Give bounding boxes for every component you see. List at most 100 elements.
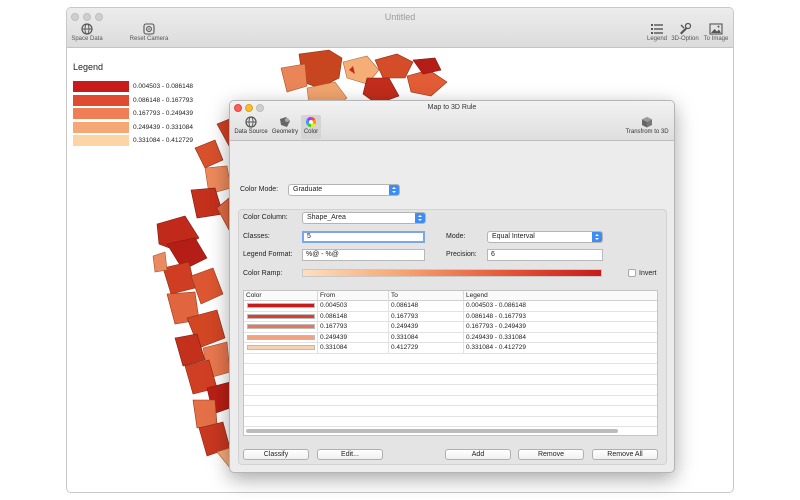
color-wheel-icon [306,117,316,127]
legend-label: 0.331084 - 0.412729 [133,137,193,145]
color-column-select[interactable]: Shape_Area [302,212,426,224]
legend-cell: 0.086148 - 0.167793 [466,312,526,320]
legend-format-label: Legend Format: [243,251,293,258]
globe-icon [81,23,93,35]
legend-label: 0.004503 - 0.086148 [133,83,193,91]
legend-item: 0.249439 - 0.331084 [73,121,193,135]
legend-swatch [73,135,129,147]
legend-cell: 0.004503 - 0.086148 [466,302,526,309]
space-data-button[interactable]: Space Data [69,23,105,42]
precision-label: Precision: [446,251,477,258]
to-cell: 0.249439 [389,322,464,332]
color-cell [244,301,318,311]
map-legend: Legend 0.004503 - 0.086148 0.086148 - 0.… [73,62,193,148]
to-cell: 0.086148 [389,301,464,311]
table-row-empty [244,375,657,385]
table-row[interactable]: 0.331084 0.412729 0.331084 - 0.412729 [244,343,657,354]
legend-swatch [73,94,129,106]
class-breaks-table: Color From To Legend 0.004503 0.086148 0… [243,290,658,436]
table-row[interactable]: 0.004503 0.086148 0.004503 - 0.086148 [244,301,657,312]
camera-target-icon [143,23,155,35]
tab-color-label: Color [303,129,319,135]
tools-icon [680,23,692,35]
legend-label: 0.167793 - 0.249439 [133,110,193,118]
reset-camera-button[interactable]: Reset Camera [127,23,171,42]
color-column-value: Shape_Area [307,214,346,221]
chevron-updown-icon [389,185,399,195]
legend-format-input[interactable]: %@ - %@ [302,249,425,261]
column-header-from[interactable]: From [318,291,389,301]
from-cell: 0.331084 [318,343,389,353]
tab-color[interactable]: Color [301,115,321,139]
dialog-title: Map to 3D Rule [427,104,477,111]
to-image-label: To Image [703,36,729,42]
color-cell [244,332,318,343]
remove-all-button[interactable]: Remove All [592,449,658,460]
invert-label: Invert [639,270,657,277]
legend-swatch [73,108,129,120]
transform-to-3d-button[interactable]: Transfrom to 3D [622,115,672,139]
legend-cell: 0.249439 - 0.331084 [466,333,526,341]
legend-toolbar-label: Legend [646,36,668,42]
column-header-legend[interactable]: Legend [464,291,657,301]
to-cell: 0.167793 [389,311,464,322]
table-row-empty [244,385,657,396]
map-to-3d-rule-dialog: Map to 3D Rule Data Source Geometry Colo… [229,100,675,473]
shapes-icon [280,117,290,127]
table-row[interactable]: 0.167793 0.249439 0.167793 - 0.249439 [244,322,657,333]
table-row[interactable]: 0.086148 0.167793 0.086148 - 0.167793 [244,311,657,322]
legend-item: 0.167793 - 0.249439 [73,107,193,121]
table-row-empty [244,406,657,417]
color-cell [244,343,318,353]
to-cell: 0.331084 [389,332,464,343]
tab-data-source[interactable]: Data Source [233,115,269,139]
color-mode-label: Color Mode: [240,186,279,193]
classify-button[interactable]: Classify [243,449,309,460]
mode-value: Equal Interval [492,233,535,240]
table-row[interactable]: 0.249439 0.331084 0.249439 - 0.331084 [244,332,657,343]
table-row-empty [244,396,657,406]
table-row-empty [244,354,657,364]
legend-swatch [73,121,129,133]
chevron-updown-icon [415,213,425,223]
edit-button[interactable]: Edit... [317,449,383,460]
color-ramp-bar[interactable] [302,269,602,277]
reset-camera-label: Reset Camera [129,36,169,42]
legend-item: 0.004503 - 0.086148 [73,80,193,94]
mode-label: Mode: [446,233,466,240]
color-swatch [247,334,315,340]
legend-cell: 0.167793 - 0.249439 [466,323,526,330]
table-row-empty [244,364,657,375]
precision-input[interactable]: 6 [487,249,603,261]
from-cell: 0.004503 [318,301,389,311]
legend-item: 0.086148 - 0.167793 [73,94,193,108]
from-cell: 0.167793 [318,322,389,332]
space-data-label: Space Data [71,36,103,42]
add-button[interactable]: Add [445,449,511,460]
color-mode-value: Graduate [293,186,323,193]
invert-checkbox[interactable] [628,269,636,277]
legend-button[interactable]: Legend [644,23,670,42]
color-swatch [247,313,315,319]
classes-input[interactable]: 5 [302,231,425,243]
table-row-empty [244,417,657,427]
remove-button[interactable]: Remove [518,449,584,460]
to-cell: 0.412729 [389,343,464,353]
tab-geometry[interactable]: Geometry [270,115,300,139]
list-icon [651,24,663,34]
color-swatch [247,345,315,350]
color-mode-select[interactable]: Graduate [288,184,400,196]
legend-cell: 0.331084 - 0.412729 [466,344,526,351]
horizontal-scrollbar[interactable] [246,429,618,433]
transform-to-3d-label: Transfrom to 3D [625,129,669,135]
tab-geometry-label: Geometry [271,129,299,135]
legend-swatch [73,81,129,93]
mode-select[interactable]: Equal Interval [487,231,603,243]
globe-icon [245,116,257,128]
color-cell [244,311,318,322]
3d-option-button[interactable]: 3D-Option [669,23,701,42]
to-image-button[interactable]: To Image [702,23,730,42]
column-header-to[interactable]: To [389,291,464,301]
dialog-titlebar: Map to 3D Rule Data Source Geometry Colo… [230,101,674,141]
column-header-color[interactable]: Color [244,291,318,301]
